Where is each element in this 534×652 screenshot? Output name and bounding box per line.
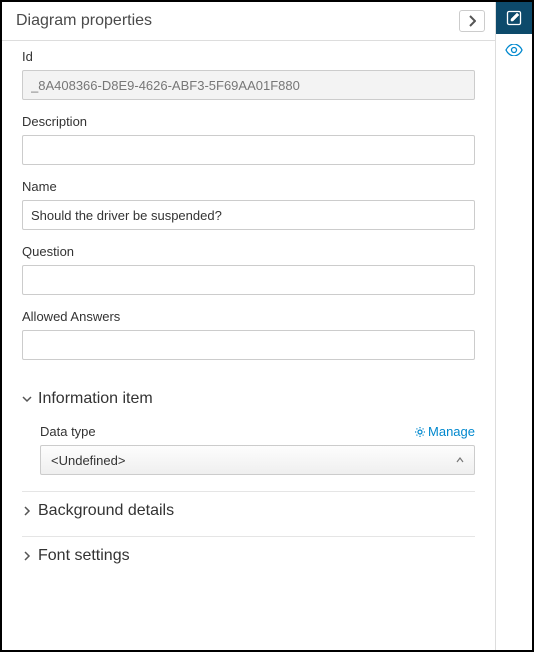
view-tab-button[interactable] — [496, 34, 532, 66]
question-label: Question — [22, 244, 475, 259]
collapse-panel-button[interactable] — [459, 10, 485, 32]
gear-icon — [414, 426, 426, 438]
description-input[interactable] — [22, 135, 475, 165]
id-label: Id — [22, 49, 475, 64]
section-title-background-details: Background details — [38, 502, 174, 520]
side-rail — [496, 2, 532, 650]
panel-header: Diagram properties — [2, 2, 495, 41]
name-input[interactable] — [22, 200, 475, 230]
section-body-information-item: Data type Manage <Undefined> — [22, 418, 475, 485]
field-allowed-answers: Allowed Answers — [22, 309, 475, 360]
data-type-select[interactable]: <Undefined> — [40, 445, 475, 475]
allowed-answers-label: Allowed Answers — [22, 309, 475, 324]
panel-content: Id Description Name Question Allowed Ans… — [2, 41, 495, 650]
data-type-label: Data type — [40, 424, 96, 439]
section-title-font-settings: Font settings — [38, 547, 130, 565]
panel-title: Diagram properties — [16, 12, 152, 30]
manage-link[interactable]: Manage — [414, 424, 475, 439]
chevron-right-icon — [468, 15, 476, 27]
data-type-value: <Undefined> — [51, 453, 125, 468]
field-question: Question — [22, 244, 475, 295]
eye-icon — [505, 44, 523, 56]
description-label: Description — [22, 114, 475, 129]
section-title-information-item: Information item — [38, 390, 153, 408]
manage-link-label: Manage — [428, 424, 475, 439]
chevron-up-icon — [456, 457, 464, 463]
chevron-right-icon — [22, 551, 38, 561]
name-label: Name — [22, 179, 475, 194]
chevron-right-icon — [22, 506, 38, 516]
field-description: Description — [22, 114, 475, 165]
field-id: Id — [22, 49, 475, 100]
question-input[interactable] — [22, 265, 475, 295]
allowed-answers-input[interactable] — [22, 330, 475, 360]
properties-panel: Diagram properties Id Description Name Q… — [2, 2, 496, 650]
section-information-item: Information item Data type Manage <Undef… — [22, 380, 475, 485]
section-header-information-item[interactable]: Information item — [22, 380, 475, 418]
edit-tab-button[interactable] — [496, 2, 532, 34]
data-type-row: Data type Manage — [40, 424, 475, 439]
field-name: Name — [22, 179, 475, 230]
section-header-font-settings[interactable]: Font settings — [22, 536, 475, 575]
edit-icon — [506, 10, 522, 26]
section-header-background-details[interactable]: Background details — [22, 491, 475, 530]
chevron-down-icon — [22, 394, 38, 404]
id-input — [22, 70, 475, 100]
